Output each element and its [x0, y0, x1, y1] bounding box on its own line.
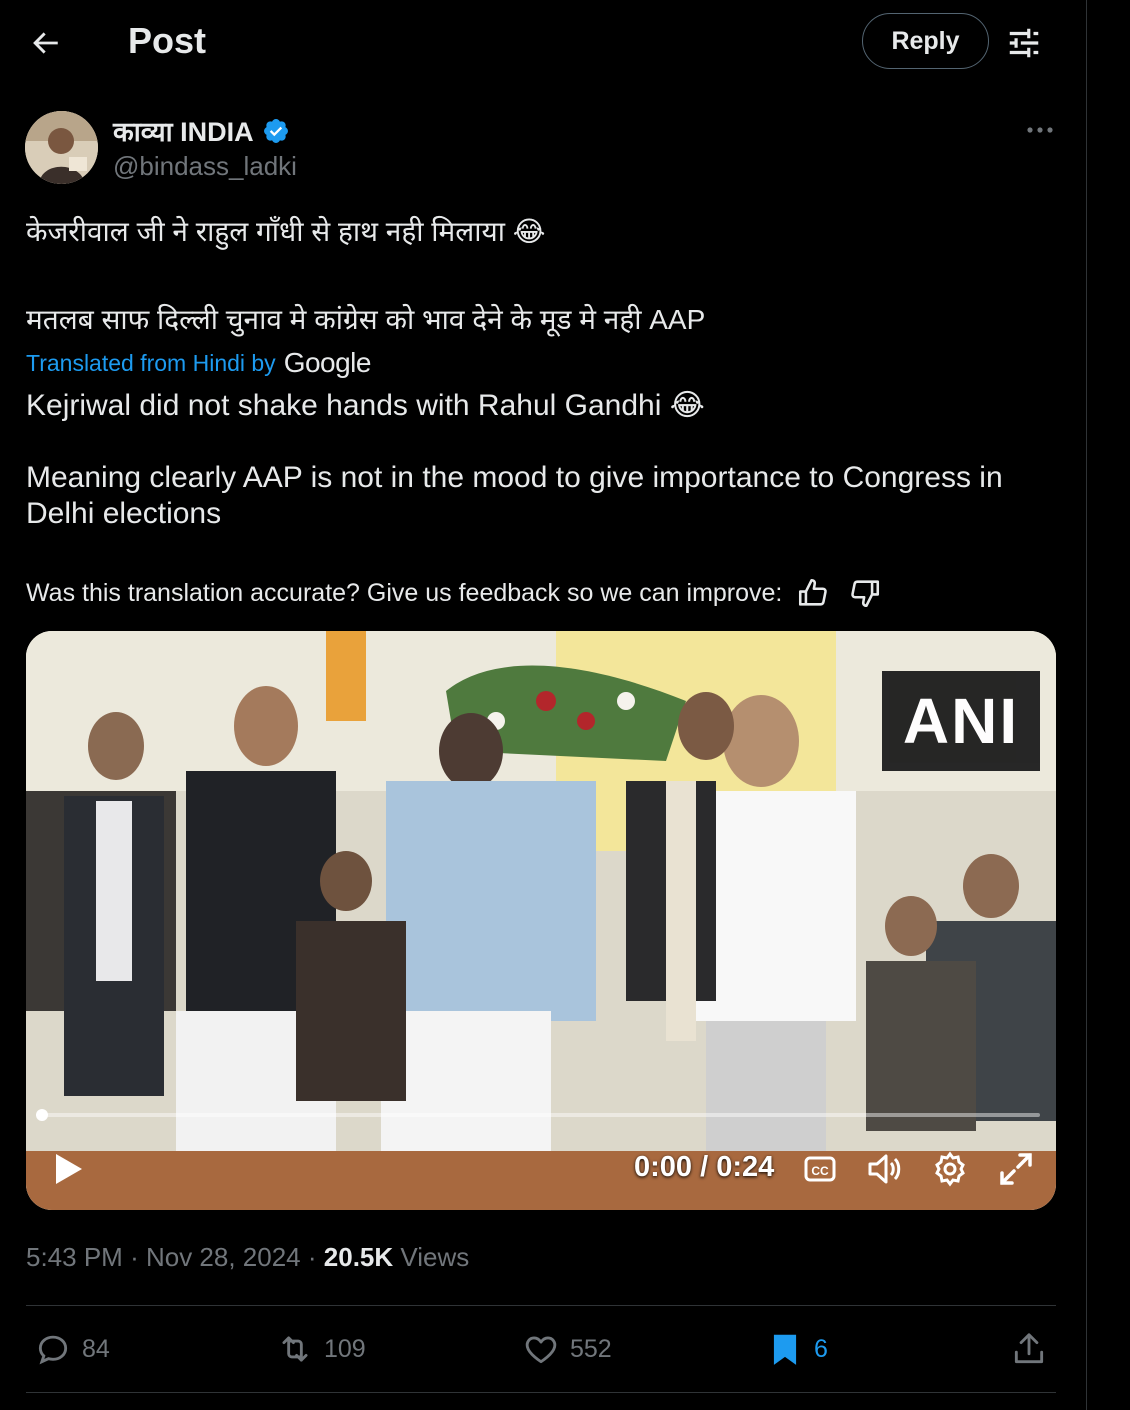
views-label: Views [400, 1242, 470, 1272]
feedback-prompt: Was this translation accurate? Give us f… [26, 578, 783, 607]
more-options-icon[interactable] [1024, 118, 1056, 142]
avatar[interactable] [25, 111, 98, 184]
views-count: 20.5K [323, 1242, 394, 1272]
volume-icon[interactable] [864, 1149, 904, 1189]
post-original-line1: केजरीवाल जी ने राहुल गाँधी से हाथ नही मि… [26, 216, 546, 247]
like-action[interactable]: 552 [522, 1330, 612, 1368]
translation-feedback: Was this translation accurate? Give us f… [26, 576, 882, 610]
translated-text: Kejriwal did not shake hands with Rahul … [26, 388, 1046, 532]
bookmark-icon [773, 1334, 797, 1365]
repost-count: 109 [324, 1334, 366, 1363]
verified-badge-icon [263, 118, 288, 143]
back-arrow-icon[interactable] [28, 26, 62, 60]
video-progress-knob[interactable] [36, 1109, 48, 1121]
thumbs-up-icon[interactable] [796, 576, 830, 610]
avatar-image [25, 111, 98, 184]
author-display-name[interactable]: काव्या INDIA [113, 112, 290, 149]
video-player[interactable]: ANI 0:00 / 0:24 CC [26, 631, 1056, 1210]
divider [26, 1305, 1056, 1306]
translated-from-label[interactable]: Translated from Hindi by [26, 350, 276, 377]
divider [26, 1392, 1056, 1393]
bookmark-action[interactable]: 6 [766, 1330, 828, 1368]
meta-separator: · [130, 1242, 139, 1272]
repost-icon [282, 1336, 308, 1362]
fullscreen-icon[interactable] [996, 1149, 1036, 1189]
settings-gear-icon[interactable] [930, 1149, 970, 1189]
translated-line1: Kejriwal did not shake hands with Rahul … [26, 389, 705, 422]
author-handle[interactable]: @bindass_ladki [113, 151, 297, 182]
post-header: Post Reply [0, 0, 1086, 84]
reply-action[interactable]: 84 [34, 1330, 110, 1368]
author-name-text: काव्या INDIA [113, 117, 254, 147]
svg-text:CC: CC [811, 1164, 829, 1178]
reply-count: 84 [82, 1334, 110, 1363]
translation-attribution: Translated from Hindi by Google [26, 347, 371, 379]
reply-button[interactable]: Reply [862, 13, 989, 69]
thumbs-down-icon[interactable] [848, 576, 882, 610]
google-logo: Google [283, 347, 372, 378]
video-time: 0:00 / 0:24 [634, 1151, 775, 1183]
closed-captions-icon[interactable]: CC [800, 1149, 840, 1189]
meta-separator: · [307, 1242, 317, 1272]
reply-bubble-icon [38, 1335, 68, 1365]
bookmark-count: 6 [814, 1334, 828, 1363]
post-date[interactable]: Nov 28, 2024 [146, 1242, 301, 1272]
post-column: Post Reply काव्या INDIA @bindass_ladki क… [0, 0, 1087, 1410]
post-original-line2: मतलब साफ दिल्ली चुनाव मे कांग्रेस को भाव… [26, 304, 706, 335]
share-action[interactable] [1010, 1330, 1048, 1368]
ani-watermark: ANI [882, 671, 1040, 771]
sliders-icon[interactable] [1004, 24, 1044, 62]
post-time[interactable]: 5:43 PM [26, 1242, 123, 1272]
page-title: Post [128, 20, 207, 61]
translated-line2: Meaning clearly AAP is not in the mood t… [26, 461, 1003, 530]
heart-icon [525, 1336, 557, 1364]
like-count: 552 [570, 1334, 612, 1363]
video-progress-bar[interactable] [36, 1109, 1040, 1121]
post-meta: 5:43 PM · Nov 28, 2024 · 20.5K Views [26, 1242, 469, 1273]
repost-action[interactable]: 109 [276, 1330, 366, 1368]
play-icon[interactable] [48, 1149, 88, 1189]
share-icon [1014, 1333, 1044, 1364]
